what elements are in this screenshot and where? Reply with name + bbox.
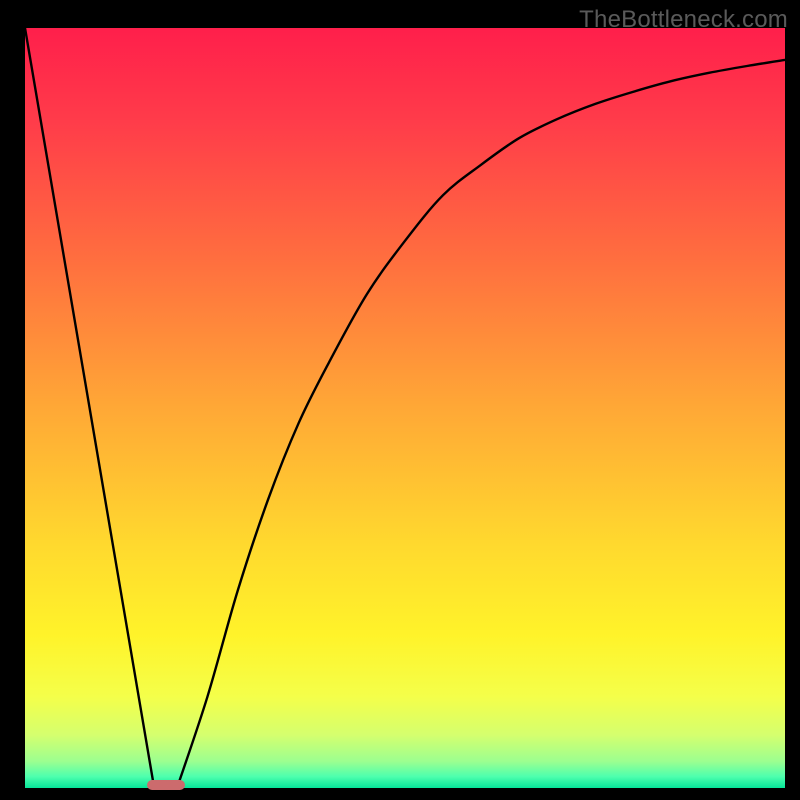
bottleneck-curve	[25, 28, 785, 788]
chart-frame: TheBottleneck.com	[0, 0, 800, 800]
curve-layer	[25, 28, 785, 788]
plot-area	[25, 28, 785, 788]
optimal-range-marker	[147, 780, 185, 790]
